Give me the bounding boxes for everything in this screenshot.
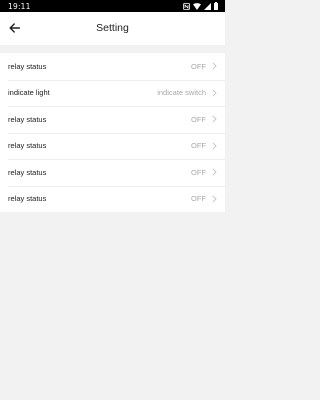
setting-label: relay status — [8, 61, 47, 71]
setting-row-indicate-light[interactable]: indicate light indicate switch — [0, 79, 225, 107]
status-icons — [183, 2, 218, 10]
setting-label: indicate light — [8, 88, 50, 98]
wifi-icon — [193, 2, 201, 10]
setting-row-relay-status-3[interactable]: relay status OFF — [0, 132, 225, 160]
settings-list: relay status OFF indicate light indicate… — [0, 53, 225, 212]
signal-icon — [204, 2, 211, 10]
setting-value: OFF — [191, 114, 206, 124]
setting-row-relay-status-5[interactable]: relay status OFF — [0, 185, 225, 213]
setting-value: OFF — [191, 167, 206, 177]
chevron-right-icon — [212, 89, 217, 97]
chevron-right-icon — [212, 195, 217, 203]
battery-icon — [214, 2, 218, 10]
chevron-right-icon — [212, 168, 217, 176]
chevron-right-icon — [212, 115, 217, 123]
chevron-right-icon — [212, 62, 217, 70]
setting-value: OFF — [191, 194, 206, 204]
setting-label: relay status — [8, 141, 47, 151]
setting-value: OFF — [191, 141, 206, 151]
setting-row-relay-status-4[interactable]: relay status OFF — [0, 159, 225, 186]
setting-label: relay status — [8, 167, 47, 177]
setting-row-relay-status-1[interactable]: relay status OFF — [0, 53, 225, 80]
setting-label: relay status — [8, 194, 47, 204]
setting-value: OFF — [191, 61, 206, 71]
status-bar: 19:11 — [0, 0, 225, 12]
status-time: 19:11 — [8, 1, 31, 11]
chevron-right-icon — [212, 142, 217, 150]
setting-value: indicate switch — [157, 88, 206, 98]
setting-row-relay-status-2[interactable]: relay status OFF — [0, 106, 225, 133]
setting-label: relay status — [8, 114, 47, 124]
app-header: Setting — [0, 12, 225, 45]
nfc-icon — [183, 2, 190, 10]
page-title: Setting — [96, 22, 129, 34]
